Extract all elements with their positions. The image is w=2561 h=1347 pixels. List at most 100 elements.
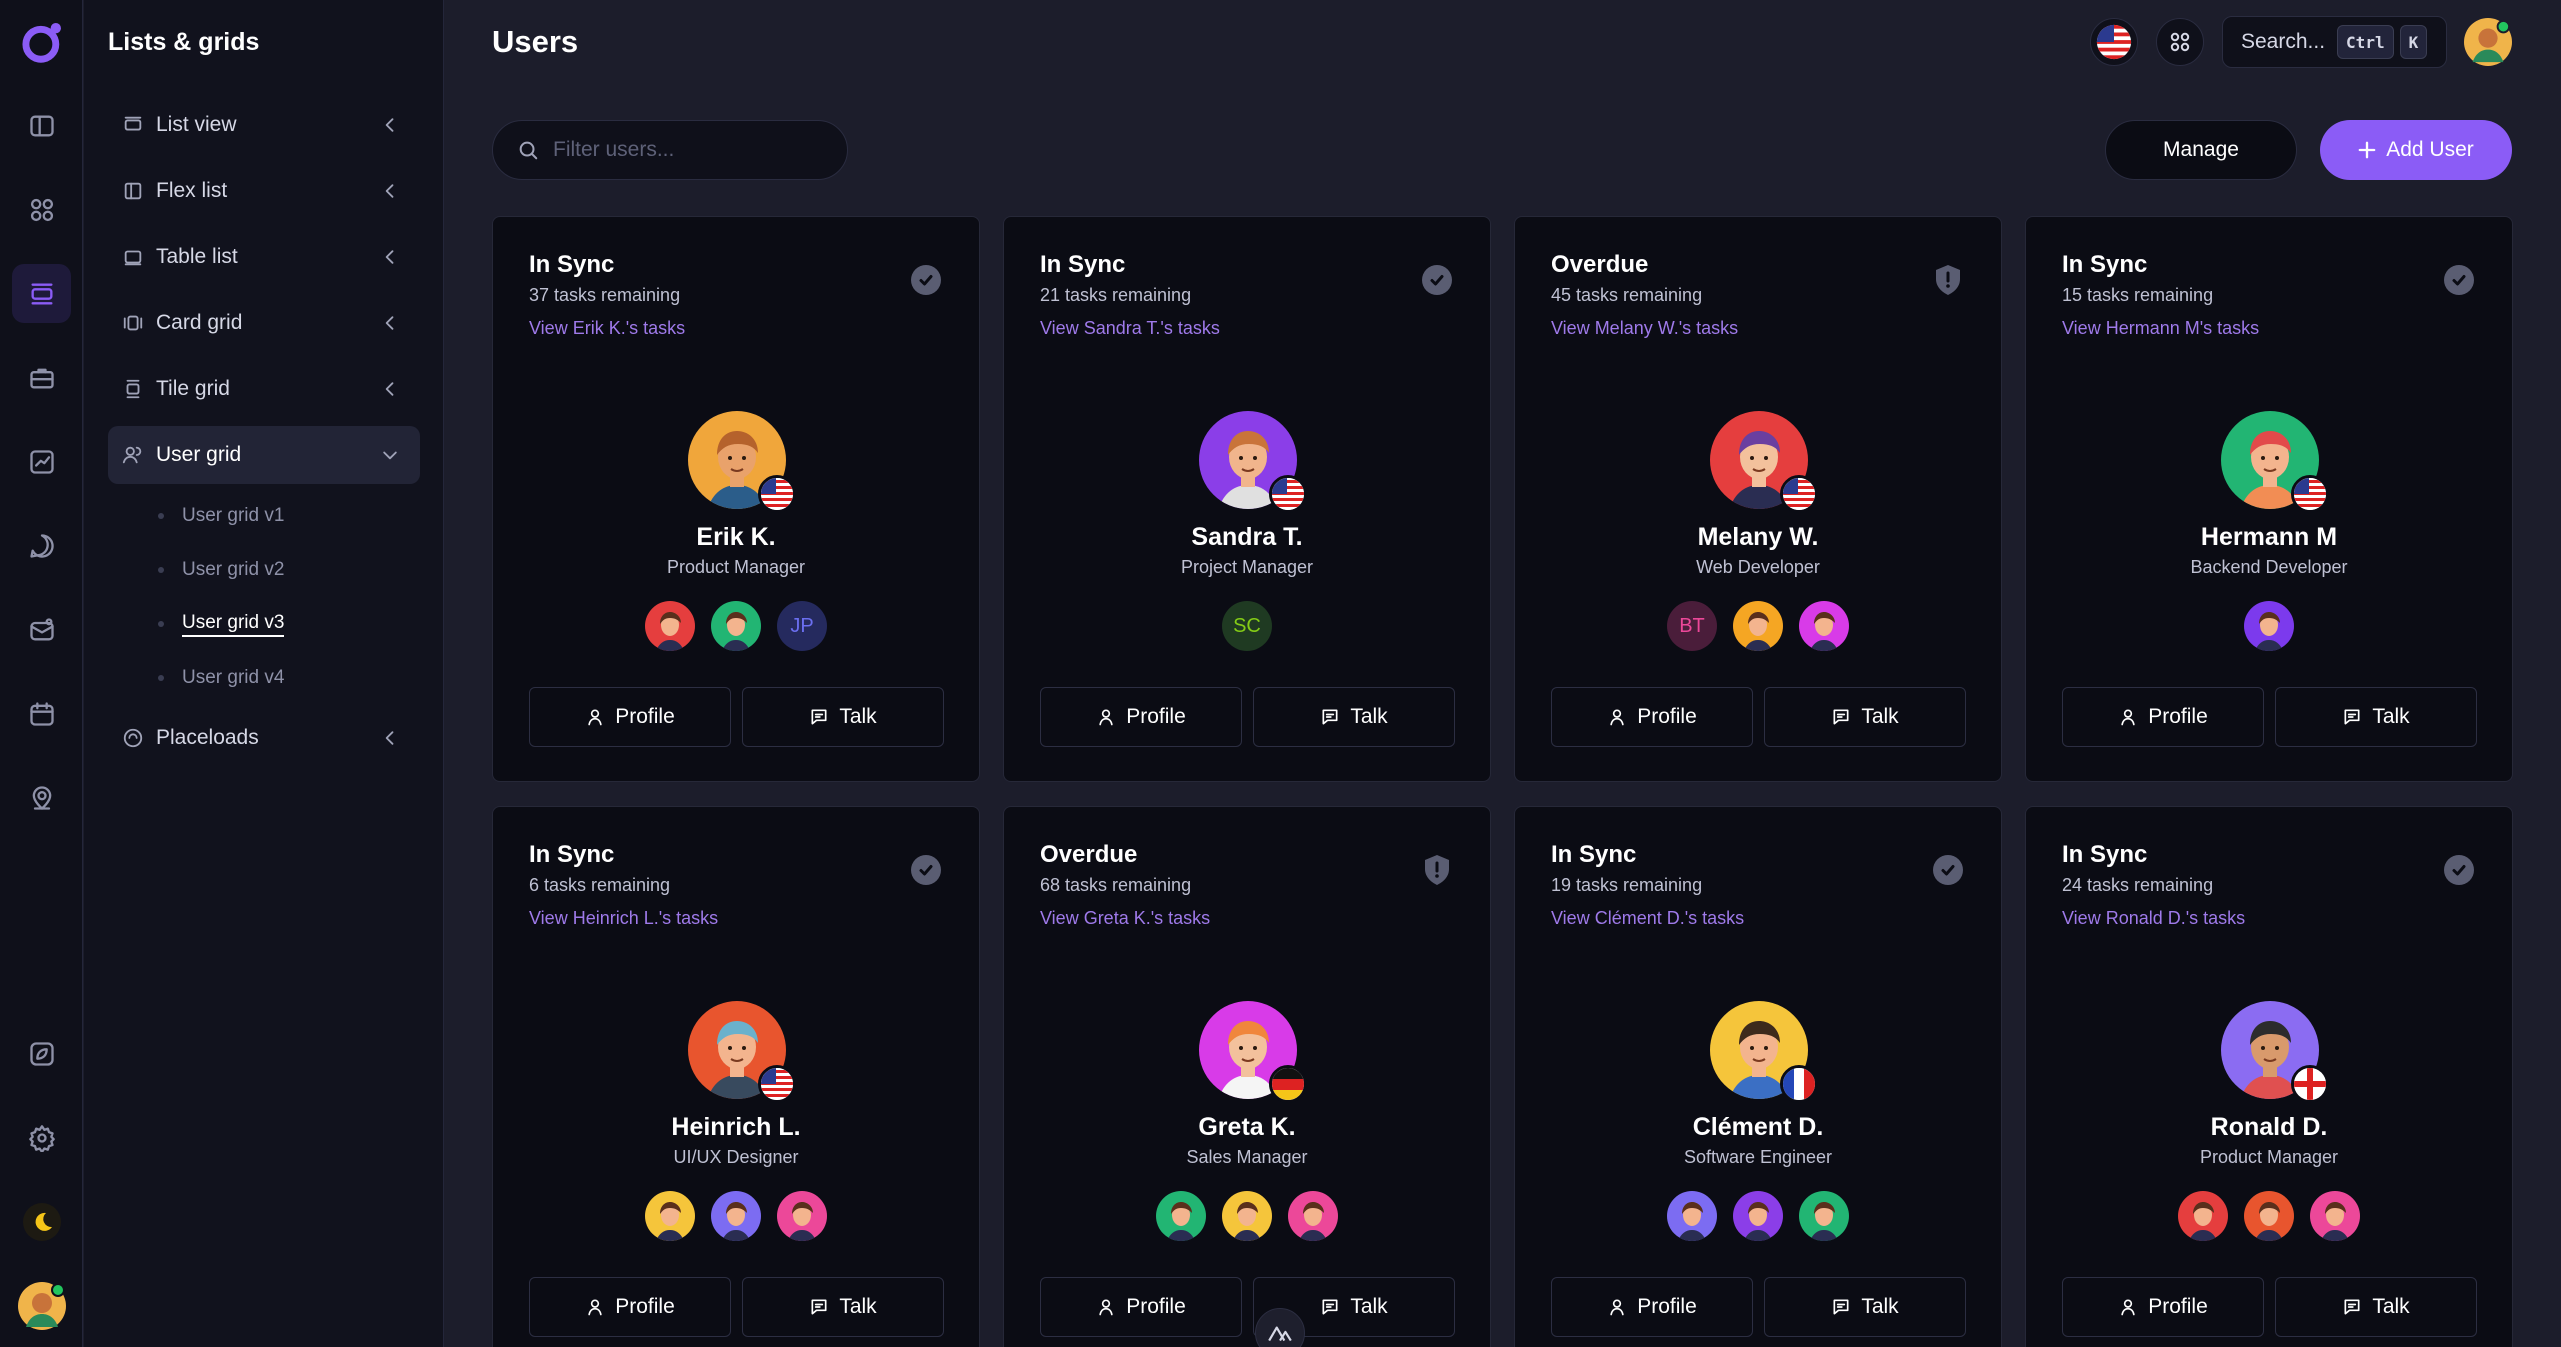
sidebar-toggle-icon[interactable] <box>12 96 71 155</box>
global-search-button[interactable]: Search... Ctrl K <box>2222 16 2447 68</box>
sidebar-item-list-view[interactable]: List view <box>108 96 420 154</box>
user-avatar[interactable] <box>2221 1001 2329 1103</box>
talk-button[interactable]: Talk <box>1764 687 1966 747</box>
talk-button[interactable]: Talk <box>742 687 944 747</box>
team-member-avatar[interactable] <box>2310 1191 2360 1241</box>
team-member-avatar[interactable] <box>711 601 761 651</box>
team-member-initials[interactable]: BT <box>1667 601 1717 651</box>
chevron-left-icon <box>385 731 394 745</box>
profile-button[interactable]: Profile <box>529 687 731 747</box>
profile-button[interactable]: Profile <box>2062 1277 2264 1337</box>
talk-button[interactable]: Talk <box>742 1277 944 1337</box>
user-avatar[interactable] <box>688 1001 796 1103</box>
user-avatar[interactable] <box>2221 411 2329 513</box>
team-member-avatar[interactable] <box>2244 1191 2294 1241</box>
users-icon <box>122 446 142 464</box>
lists-icon[interactable] <box>12 264 71 323</box>
view-tasks-link[interactable]: View Erik K.'s tasks <box>529 318 685 339</box>
team-member-avatar[interactable] <box>1733 1191 1783 1241</box>
map-pin-icon[interactable] <box>12 768 71 827</box>
team-member-avatar[interactable] <box>1222 1191 1272 1241</box>
sidebar-subitem-user-grid-v1[interactable]: User grid v1 <box>158 501 284 531</box>
profile-button[interactable]: Profile <box>529 1277 731 1337</box>
app-logo-icon[interactable] <box>12 12 71 71</box>
user-avatar[interactable] <box>1710 411 1818 513</box>
dark-mode-moon-icon[interactable] <box>12 1192 71 1251</box>
user-avatar[interactable] <box>1710 1001 1818 1103</box>
user-avatar[interactable] <box>1199 1001 1307 1103</box>
user-name: Erik K. <box>696 523 776 551</box>
dashboard-grid-icon[interactable] <box>12 180 71 239</box>
profile-button[interactable]: Profile <box>1040 1277 1242 1337</box>
talk-button[interactable]: Talk <box>2275 1277 2477 1337</box>
manage-button[interactable]: Manage <box>2105 120 2297 180</box>
view-tasks-link[interactable]: View Greta K.'s tasks <box>1040 908 1210 929</box>
user-role: Project Manager <box>1180 557 1314 577</box>
filter-users-input[interactable] <box>553 138 833 162</box>
user-status: In Sync <box>2062 251 2148 278</box>
user-status: In Sync <box>1551 841 1637 868</box>
team-member-avatar[interactable] <box>1799 1191 1849 1241</box>
sidebar-subitem-user-grid-v4[interactable]: User grid v4 <box>158 663 284 693</box>
team-member-initials[interactable]: SC <box>1222 601 1272 651</box>
team-member-avatar[interactable] <box>1667 1191 1717 1241</box>
apps-grid-button[interactable] <box>2156 18 2204 66</box>
sidebar-item-user-grid[interactable]: User grid <box>108 426 420 484</box>
de-flag-icon <box>1269 1065 1307 1103</box>
briefcase-icon[interactable] <box>12 348 71 407</box>
view-tasks-link[interactable]: View Hermann M's tasks <box>2062 318 2259 339</box>
team-member-avatar[interactable] <box>1156 1191 1206 1241</box>
header-user-avatar[interactable] <box>2464 18 2512 66</box>
talk-button[interactable]: Talk <box>1764 1277 1966 1337</box>
team-member-avatar[interactable] <box>645 601 695 651</box>
view-tasks-link[interactable]: View Clément D.'s tasks <box>1551 908 1744 929</box>
sidebar-subitem-user-grid-v3[interactable]: User grid v3 <box>158 609 285 639</box>
gb-flag-icon <box>2291 1065 2329 1103</box>
sidebar-item-table-list[interactable]: Table list <box>108 228 420 286</box>
view-tasks-link[interactable]: View Heinrich L.'s tasks <box>529 908 718 929</box>
sidebar-item-tile-grid[interactable]: Tile grid <box>108 360 420 418</box>
talk-label: Talk <box>2372 1295 2410 1318</box>
team-member-avatar[interactable] <box>777 1191 827 1241</box>
team-member-avatar[interactable] <box>2244 601 2294 651</box>
user-avatar[interactable] <box>688 411 796 513</box>
team-member-avatar[interactable] <box>1288 1191 1338 1241</box>
profile-button[interactable]: Profile <box>1040 687 1242 747</box>
view-tasks-link[interactable]: View Ronald D.'s tasks <box>2062 908 2245 929</box>
mail-icon[interactable] <box>12 600 71 659</box>
leaf-icon[interactable] <box>12 1024 71 1083</box>
team-member-avatar[interactable] <box>645 1191 695 1241</box>
profile-button[interactable]: Profile <box>2062 687 2264 747</box>
tasks-remaining: 15 tasks remaining <box>2062 285 2214 305</box>
talk-button[interactable]: Talk <box>1253 687 1455 747</box>
talk-button[interactable]: Talk <box>2275 687 2477 747</box>
language-flag-button[interactable] <box>2090 18 2138 66</box>
sidebar-subitem-user-grid-v2[interactable]: User grid v2 <box>158 555 284 585</box>
table-list-icon <box>124 250 142 266</box>
user-avatar[interactable] <box>1199 411 1307 513</box>
view-tasks-link[interactable]: View Sandra T.'s tasks <box>1040 318 1220 339</box>
team-avatars: SC <box>1004 601 1490 651</box>
sidebar-item-flex-list[interactable]: Flex list <box>108 162 420 220</box>
user-icon <box>1099 709 1113 726</box>
user-avatar[interactable] <box>12 1276 71 1335</box>
us-flag-icon <box>758 1065 796 1103</box>
team-member-avatar[interactable] <box>2178 1191 2228 1241</box>
settings-gear-icon[interactable] <box>12 1108 71 1167</box>
calendar-icon[interactable] <box>12 684 71 743</box>
team-member-avatar[interactable] <box>1733 601 1783 651</box>
profile-button[interactable]: Profile <box>1551 687 1753 747</box>
sidebar-item-placeloads[interactable]: Placeloads <box>108 709 420 767</box>
add-user-button[interactable]: Add User <box>2320 120 2512 180</box>
team-member-avatar[interactable] <box>1799 601 1849 651</box>
sidebar-item-card-grid[interactable]: Card grid <box>108 294 420 352</box>
team-member-initials[interactable]: JP <box>777 601 827 651</box>
filter-users-field[interactable] <box>492 120 848 180</box>
message-icon <box>1322 1299 1338 1315</box>
team-member-avatar[interactable] <box>711 1191 761 1241</box>
profile-button[interactable]: Profile <box>1551 1277 1753 1337</box>
view-tasks-link[interactable]: View Melany W.'s tasks <box>1551 318 1738 339</box>
chat-icon[interactable] <box>12 516 71 575</box>
chart-icon[interactable] <box>12 432 71 491</box>
user-icon <box>1099 1299 1113 1316</box>
